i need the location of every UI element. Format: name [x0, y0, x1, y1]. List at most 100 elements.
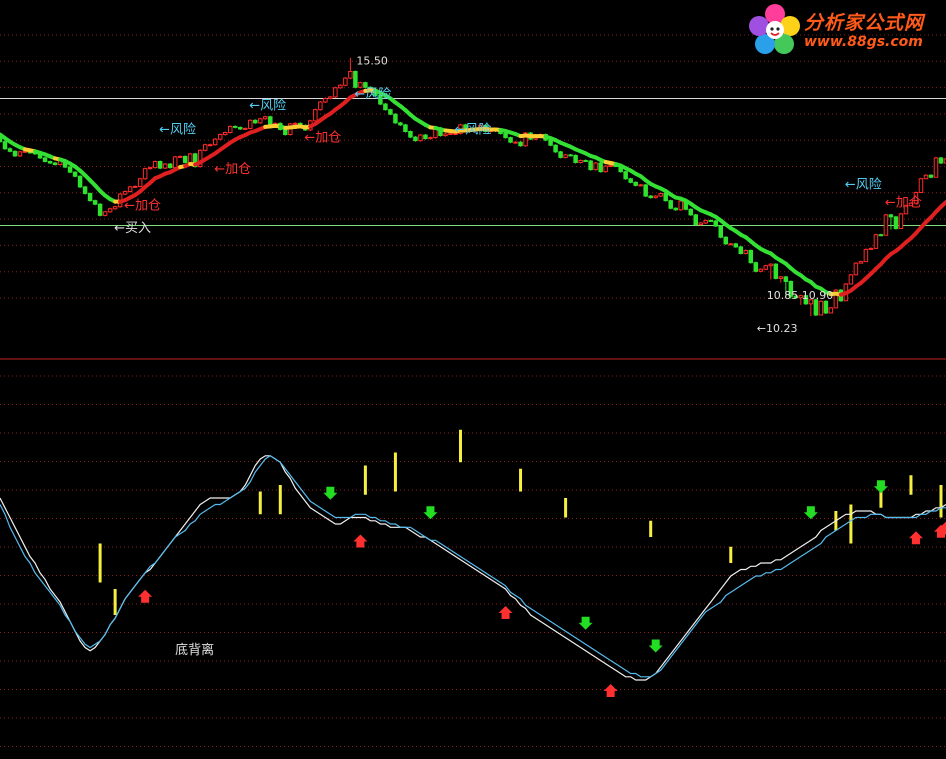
candle-body — [72, 171, 78, 177]
annotation-risk: ←风险 — [354, 87, 391, 102]
candle-body — [828, 307, 834, 314]
candle-body — [67, 166, 73, 173]
flower-logo-icon — [749, 4, 800, 54]
candle-body — [553, 144, 558, 153]
candle-body — [858, 261, 864, 264]
candle-body — [448, 133, 453, 136]
annotation-white: ←买入 — [114, 221, 151, 236]
candle-body — [938, 157, 944, 164]
candle-body — [7, 148, 13, 152]
candle-body — [243, 127, 248, 130]
candle-body — [443, 133, 448, 137]
candle-body — [17, 151, 23, 157]
candle-body — [157, 160, 163, 169]
candle-body — [343, 77, 348, 86]
price-annotations: ←买入←加仓←加仓←加仓←加仓←风险←风险←风险←风险←风险 — [114, 87, 922, 236]
annotation-add: ←加仓 — [214, 162, 251, 177]
oscillator-bar — [729, 546, 733, 563]
candle-body — [668, 200, 673, 209]
candle-body — [393, 113, 398, 124]
signal-up-arrow-icon — [138, 589, 153, 603]
candle-body — [588, 160, 593, 171]
candle-body — [513, 141, 518, 144]
candle-body — [207, 144, 213, 147]
ma-segment — [938, 200, 946, 209]
candle-body — [328, 96, 333, 99]
candle-body — [333, 87, 338, 98]
candle-body — [923, 174, 929, 180]
oscillator-bar — [278, 485, 282, 515]
candle-body — [172, 156, 178, 169]
candle-body — [77, 175, 83, 188]
candle-body — [82, 186, 88, 195]
candle-body — [763, 265, 769, 270]
oscillator-bar — [649, 520, 653, 537]
candle-body — [558, 151, 563, 158]
candle-body — [353, 71, 358, 88]
candle-body — [868, 247, 874, 250]
candle-body — [933, 157, 939, 178]
candle-body — [238, 126, 243, 130]
candle-body — [413, 136, 418, 142]
candle-body — [678, 200, 683, 211]
oscillator-bars — [98, 429, 943, 615]
oscillator-lines — [0, 455, 946, 681]
oscillator-bar — [519, 468, 523, 492]
candle-body — [313, 109, 318, 122]
candle-body — [47, 160, 53, 164]
candle-body — [548, 139, 553, 146]
oscillator-signal-line — [0, 455, 946, 678]
candle-body — [883, 214, 889, 236]
candle-body — [918, 178, 924, 193]
candle-body — [283, 128, 288, 136]
candle-body — [783, 276, 789, 282]
candle-body — [698, 222, 703, 226]
candle-body — [388, 109, 393, 115]
candle-body — [878, 234, 884, 237]
oscillator-bar — [909, 475, 913, 495]
candle-body — [428, 137, 433, 140]
candle-body — [688, 208, 693, 216]
oscillator-bar — [393, 452, 397, 492]
oscillator-bar — [939, 485, 943, 518]
candle-body — [848, 274, 854, 285]
oscillator-bar — [849, 504, 853, 544]
candle-body — [633, 181, 638, 186]
candle-body — [888, 214, 894, 218]
candle-body — [12, 150, 18, 157]
candle-body — [132, 185, 138, 188]
candle-body — [518, 141, 523, 147]
candle-body — [598, 162, 603, 173]
candle-body — [563, 154, 568, 158]
price-label: ←10.23 — [757, 322, 798, 335]
candle-body — [818, 300, 824, 316]
candle-body — [338, 84, 343, 89]
candle-body — [348, 71, 353, 79]
candle-body — [102, 211, 108, 216]
candle-body — [232, 125, 238, 128]
candle-body — [863, 248, 869, 263]
annotation-add: ←加仓 — [124, 199, 161, 214]
candle-body — [693, 214, 698, 226]
oscillator-bar — [98, 543, 102, 583]
candle-body — [212, 138, 218, 146]
candle-body — [638, 184, 643, 187]
logo-title: 分析家公式网 — [804, 12, 925, 34]
candle-body — [623, 171, 628, 180]
candle-body — [593, 162, 598, 171]
candle-body — [738, 246, 744, 254]
annotation-risk: ←风险 — [845, 177, 882, 192]
candle-body — [728, 243, 734, 246]
signal-up-arrow-icon — [498, 606, 513, 619]
candle-body — [653, 195, 658, 199]
grid-lines — [0, 34, 946, 747]
annotation-risk: ←风险 — [159, 122, 196, 137]
candle-body — [182, 155, 188, 164]
oscillator-bar — [458, 429, 462, 463]
candle-body — [268, 116, 273, 125]
candle-body — [753, 262, 759, 272]
price-labels: 15.50 10.85 10.90 ←10.23 — [356, 54, 833, 335]
price-label: 10.85 10.90 — [767, 289, 833, 302]
annotation-risk: ←风险 — [454, 122, 491, 137]
candle-body — [718, 225, 724, 238]
